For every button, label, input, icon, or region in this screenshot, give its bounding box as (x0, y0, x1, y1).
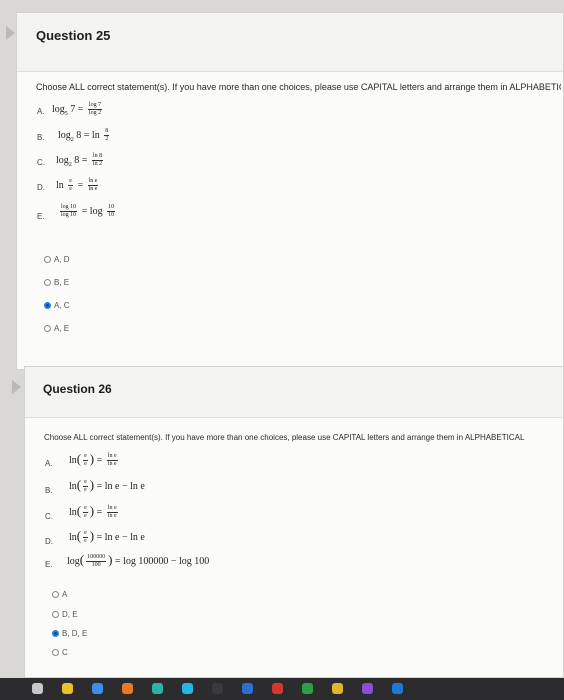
app-icon-red[interactable] (272, 683, 283, 694)
q25-option-b-letter: B. (37, 133, 45, 142)
q25-option-a-math: log5 7 = log 7 log 2 (52, 102, 103, 117)
q25-option-e-letter: E. (37, 212, 45, 221)
q26-option-c-letter: C. (45, 512, 53, 521)
radio-button-selected[interactable] (52, 630, 59, 637)
app-icon-green[interactable] (302, 683, 313, 694)
q26-option-b-math: ln(e e) = ln e − ln e (69, 477, 145, 494)
question-25-flag-icon[interactable] (6, 26, 15, 40)
q25-option-b-math: log2 8 = ln 82 (58, 128, 110, 143)
q25-option-a-letter: A. (37, 107, 45, 116)
question-26-prompt: Choose ALL correct statement(s). If you … (44, 433, 525, 442)
q26-choice-3[interactable]: C (52, 648, 68, 657)
q25-option-c-letter: C. (37, 158, 45, 167)
q25-option-d-math: ln ee = ln e ln e (56, 178, 99, 192)
radio-button[interactable] (44, 325, 51, 332)
radio-button[interactable] (52, 649, 59, 656)
question-26-title: Question 26 (43, 382, 112, 396)
q26-option-d-letter: D. (45, 537, 53, 546)
q25-choice-2[interactable]: A, C (44, 301, 70, 310)
q26-option-a-math: ln(e e) = ln e ln e (69, 451, 118, 468)
q25-choice-0[interactable]: A, D (44, 255, 70, 264)
chrome-icon[interactable] (62, 683, 73, 694)
q26-option-c-math: ln(e e) = ln e ln e (69, 503, 118, 520)
app-icon-blue[interactable] (92, 683, 103, 694)
app-icon-teal[interactable] (152, 683, 163, 694)
q25-option-e-math: log 10 log 10 = log 10 10 (60, 204, 116, 218)
q26-choice-1[interactable]: D, E (52, 610, 78, 619)
radio-button-selected[interactable] (44, 302, 51, 309)
q26-choice-0[interactable]: A (52, 590, 67, 599)
question-26-flag-icon[interactable] (12, 380, 21, 394)
question-25-prompt: Choose ALL correct statement(s). If you … (36, 82, 561, 92)
app-icon-blue2[interactable] (242, 683, 253, 694)
q26-option-a-letter: A. (45, 459, 53, 468)
q25-choice-1[interactable]: B, E (44, 278, 69, 287)
app-icon-cyan[interactable] (182, 683, 193, 694)
q26-choice-2[interactable]: B, D, E (52, 629, 87, 638)
app-icon-yellow[interactable] (332, 683, 343, 694)
q25-option-c-math: log2 8 = ln 8 ln 2 (56, 153, 104, 168)
search-icon[interactable] (32, 683, 43, 694)
radio-button[interactable] (52, 591, 59, 598)
q26-option-b-letter: B. (45, 486, 53, 495)
question-25-title: Question 25 (36, 28, 111, 43)
radio-button[interactable] (52, 611, 59, 618)
app-icon-dark[interactable] (212, 683, 223, 694)
app-icon-blue3[interactable] (392, 683, 403, 694)
question-26-card (24, 366, 564, 678)
q25-option-d-letter: D. (37, 183, 45, 192)
radio-button[interactable] (44, 279, 51, 286)
q26-option-e-math: log(100000 100) = log 100000 − log 100 (67, 552, 210, 569)
app-icon-orange[interactable] (122, 683, 133, 694)
app-icon-purple[interactable] (362, 683, 373, 694)
q25-choice-3[interactable]: A, E (44, 324, 69, 333)
q26-option-d-math: ln(e e) = ln e − ln e (69, 528, 145, 545)
q26-option-e-letter: E. (45, 560, 53, 569)
radio-button[interactable] (44, 256, 51, 263)
